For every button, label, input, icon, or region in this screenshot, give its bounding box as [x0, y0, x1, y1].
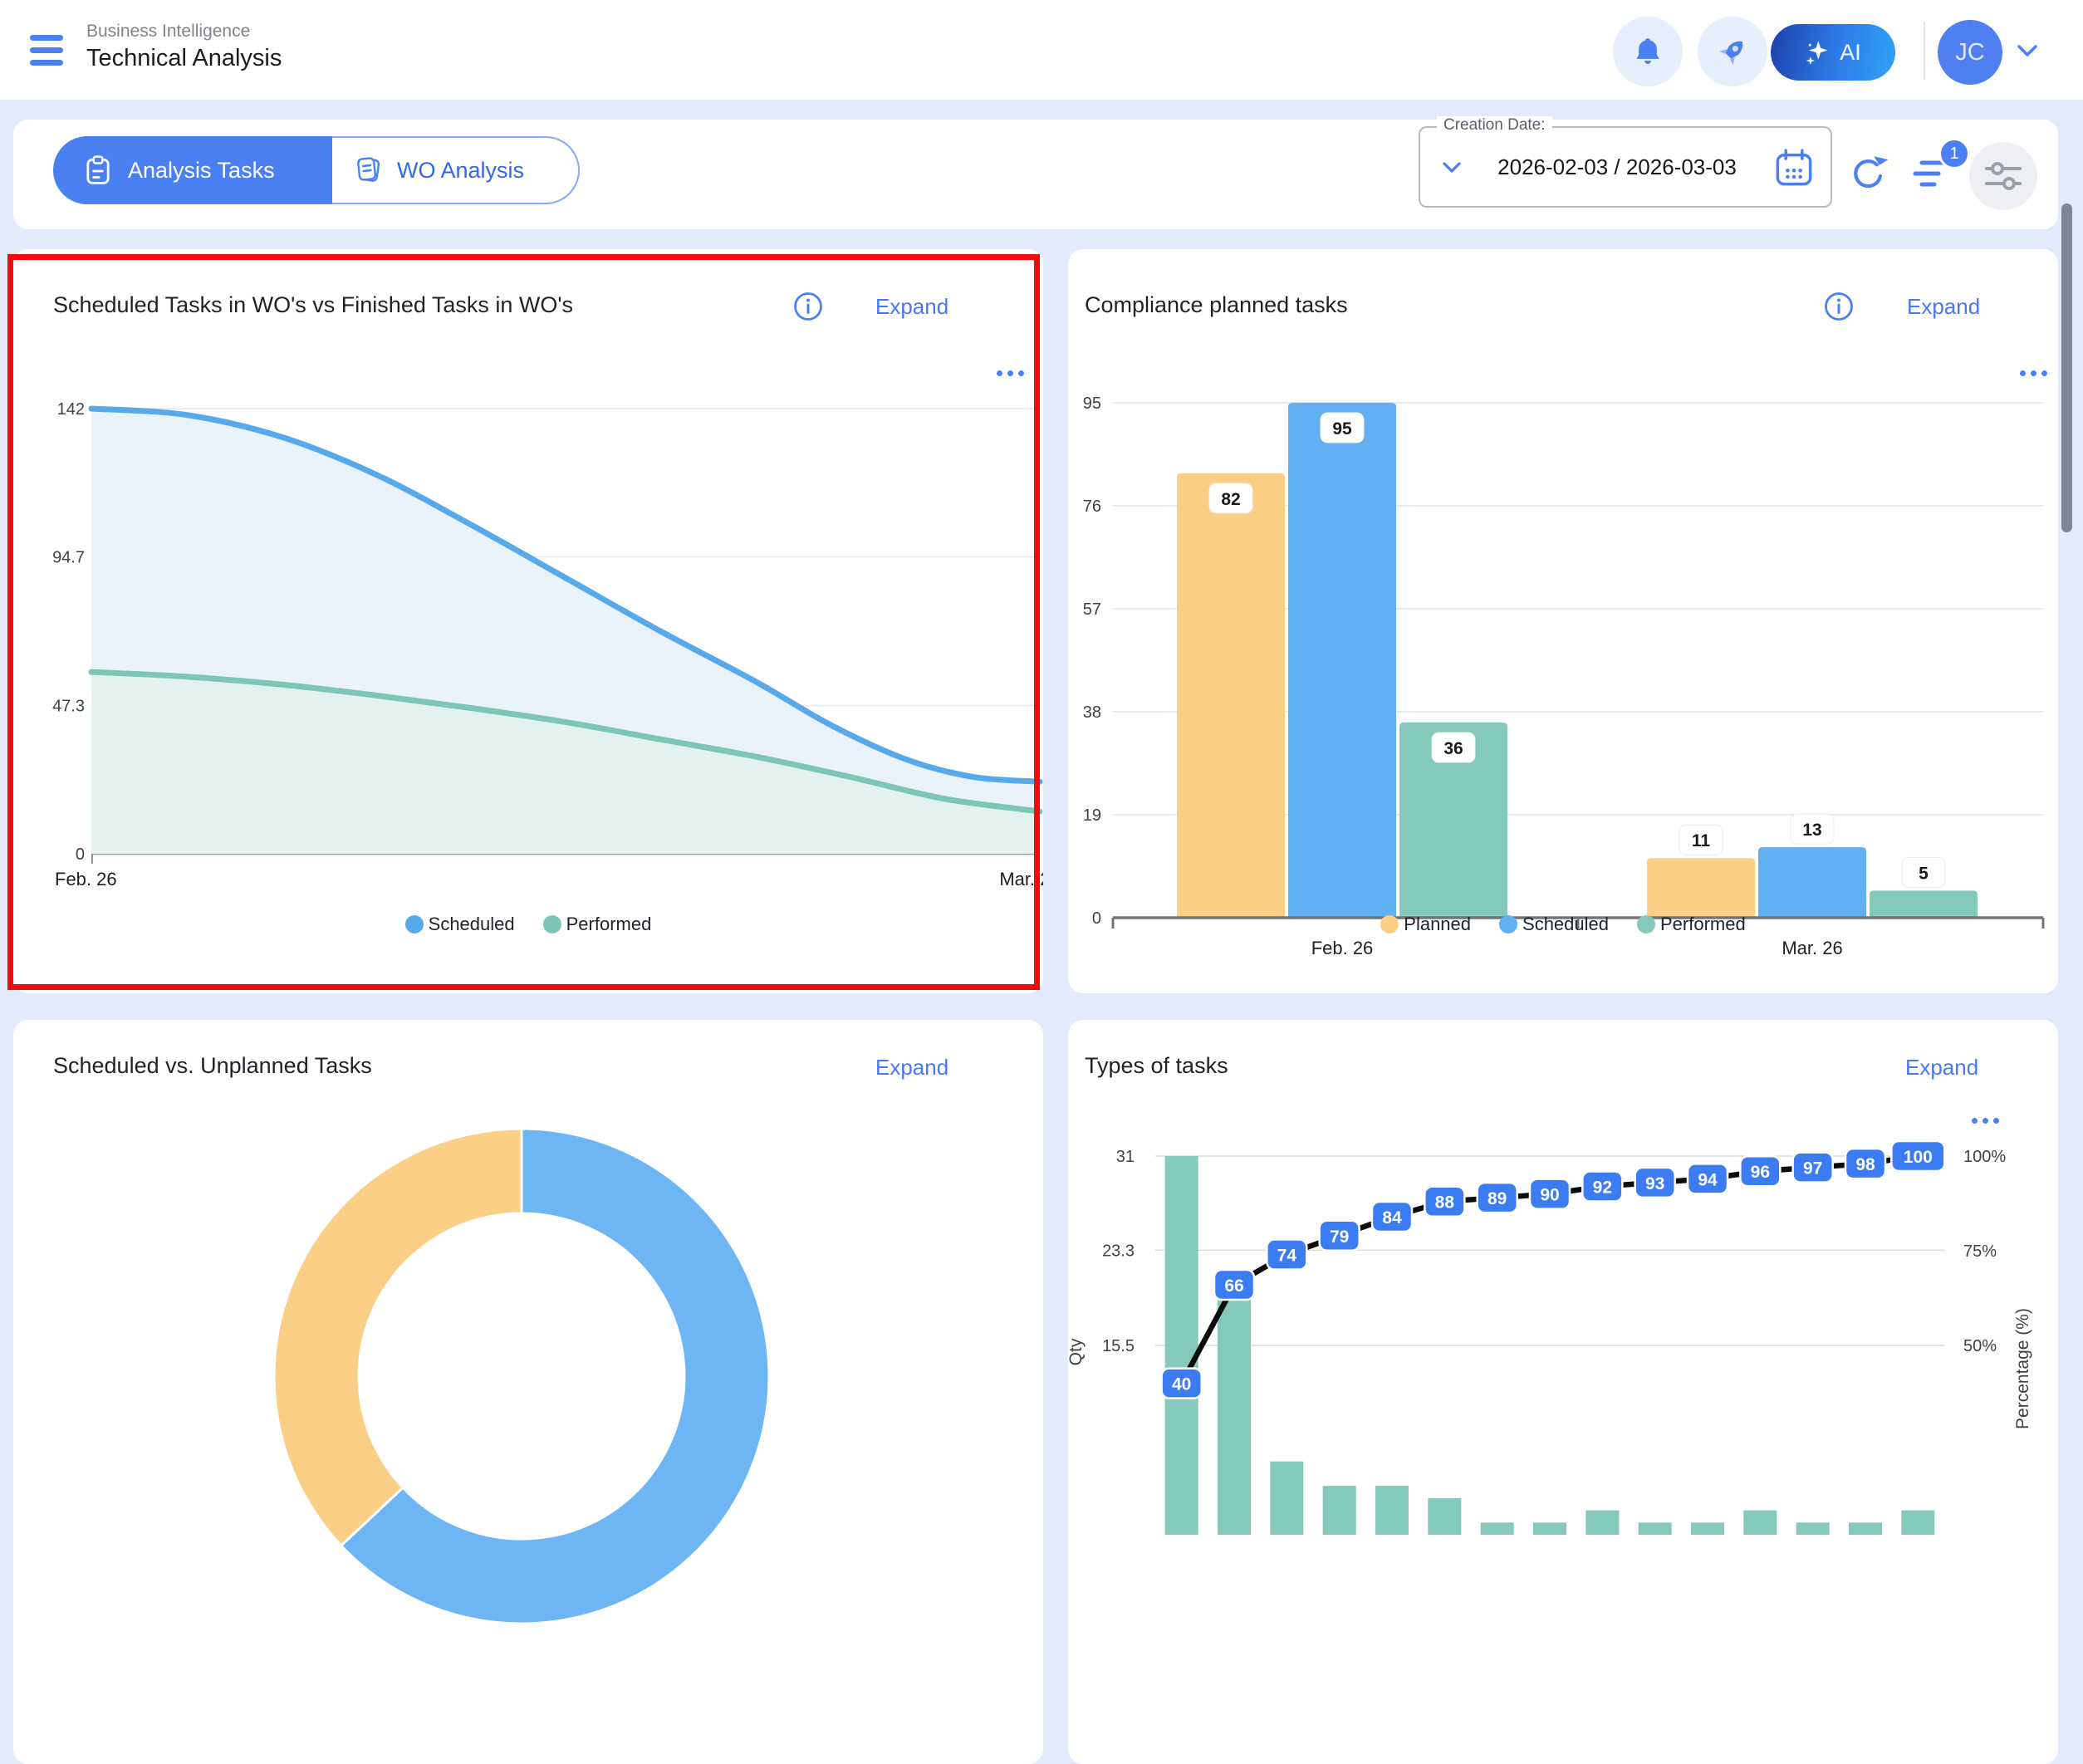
card-scheduled-vs-finished: Scheduled Tasks in WO's vs Finished Task… — [13, 249, 1043, 993]
creation-date-field[interactable]: Creation Date: 2026-02-03 / 2026-03-03 — [1419, 126, 1832, 208]
card-compliance-planned-tasks: Compliance planned tasks Expand 01938577… — [1068, 249, 2058, 993]
legend-label: Planned — [1404, 914, 1471, 935]
svg-text:84: 84 — [1382, 1208, 1402, 1227]
card-scheduled-vs-unplanned: Scheduled vs. Unplanned Tasks Expand 37.… — [13, 1020, 1043, 1764]
chart-legend: Scheduled Performed — [13, 914, 1043, 935]
svg-text:Qty: Qty — [1068, 1338, 1086, 1365]
svg-text:89: 89 — [1488, 1189, 1507, 1208]
donut-chart — [13, 1020, 1043, 1764]
svg-text:88: 88 — [1435, 1193, 1455, 1213]
legend-item-scheduled[interactable]: Scheduled — [1499, 914, 1609, 935]
svg-text:142: 142 — [57, 400, 85, 419]
svg-text:66: 66 — [1224, 1276, 1243, 1296]
sparkle-icon — [1805, 40, 1830, 65]
svg-text:Percentage (%): Percentage (%) — [2013, 1308, 2032, 1429]
legend-item-performed[interactable]: Performed — [1637, 914, 1746, 935]
svg-text:94: 94 — [1698, 1170, 1718, 1189]
user-avatar[interactable]: JC — [1938, 20, 2002, 85]
svg-text:Feb. 26: Feb. 26 — [1311, 938, 1374, 958]
legend-item-planned[interactable]: Planned — [1380, 914, 1471, 935]
creation-date-value[interactable]: 2026-02-03 / 2026-03-03 — [1487, 128, 1747, 206]
top-header: Business Intelligence Technical Analysis… — [0, 0, 2083, 100]
legend-dot — [543, 915, 561, 933]
tab-analysis-tasks-label: Analysis Tasks — [128, 158, 275, 184]
rocket-button[interactable] — [1698, 17, 1767, 86]
svg-text:98: 98 — [1855, 1155, 1875, 1174]
svg-text:75%: 75% — [1963, 1242, 1997, 1261]
svg-text:79: 79 — [1330, 1227, 1349, 1247]
legend-dot — [405, 915, 424, 933]
page-title: Technical Analysis — [86, 45, 282, 72]
sliders-icon — [1984, 159, 2022, 193]
date-chevron-down-icon[interactable] — [1442, 161, 1462, 174]
svg-text:96: 96 — [1751, 1163, 1770, 1182]
svg-text:82: 82 — [1221, 490, 1240, 509]
app-title: Business Intelligence — [86, 22, 250, 42]
calendar-icon[interactable] — [1774, 148, 1814, 188]
filter-count-badge: 1 — [1938, 138, 1970, 169]
svg-text:40: 40 — [1172, 1375, 1191, 1394]
legend-label: Performed — [566, 914, 652, 935]
svg-text:50%: 50% — [1963, 1337, 1997, 1355]
legend-item-performed[interactable]: Performed — [543, 914, 652, 935]
svg-text:15.5: 15.5 — [1102, 1337, 1135, 1355]
legend-label: Scheduled — [429, 914, 515, 935]
svg-text:19: 19 — [1083, 806, 1101, 825]
svg-text:Mar. 26: Mar. 26 — [999, 869, 1043, 889]
legend-dot — [1499, 915, 1517, 933]
legend-label: Scheduled — [1522, 914, 1609, 935]
chart-legend: Planned Scheduled Performed — [1068, 914, 2058, 935]
account-chevron-down-icon[interactable] — [2017, 43, 2038, 58]
svg-text:100: 100 — [1904, 1148, 1933, 1167]
svg-text:31: 31 — [1116, 1148, 1135, 1166]
bell-icon — [1633, 36, 1663, 67]
svg-text:38: 38 — [1083, 703, 1101, 722]
area-chart: 0 47.3 94.7 142 Feb. 26 Mar. 26 — [13, 249, 1043, 993]
svg-text:0: 0 — [76, 845, 85, 864]
ai-assistant-button[interactable]: AI — [1771, 24, 1895, 81]
vertical-scrollbar-thumb[interactable] — [2061, 203, 2072, 532]
pareto-chart: 15.5 50% 23.3 75% 31 100% 40 66 74 79 84 88 89 90 92 93… — [1068, 1020, 2058, 1764]
svg-text:97: 97 — [1803, 1159, 1822, 1178]
clipboard-icon — [85, 155, 111, 185]
tab-analysis-tasks[interactable]: Analysis Tasks — [53, 136, 332, 204]
svg-text:93: 93 — [1645, 1174, 1664, 1193]
tab-wo-analysis[interactable]: WO Analysis — [332, 136, 580, 204]
header-divider — [1924, 22, 1925, 80]
reset-filters-icon[interactable] — [1847, 151, 1890, 194]
svg-text:76: 76 — [1083, 497, 1101, 516]
svg-text:95: 95 — [1332, 419, 1352, 439]
legend-dot — [1380, 915, 1399, 933]
legend-item-scheduled[interactable]: Scheduled — [405, 914, 515, 935]
ai-label: AI — [1840, 40, 1861, 66]
notifications-button[interactable] — [1613, 17, 1683, 86]
svg-text:90: 90 — [1540, 1186, 1559, 1205]
svg-text:95: 95 — [1083, 394, 1101, 413]
bar-chart: 01938577695Feb. 26Mar. 2682953611135 — [1068, 249, 2058, 993]
settings-sliders-button[interactable] — [1969, 142, 2037, 210]
hamburger-menu-icon[interactable] — [30, 35, 63, 68]
legend-dot — [1637, 915, 1655, 933]
svg-text:5: 5 — [1919, 864, 1929, 883]
svg-text:100%: 100% — [1963, 1148, 2006, 1166]
legend-label: Performed — [1660, 914, 1746, 935]
svg-text:47.3: 47.3 — [52, 697, 85, 715]
svg-text:94.7: 94.7 — [52, 549, 85, 567]
svg-text:Feb. 26: Feb. 26 — [55, 869, 117, 889]
work-order-icon — [354, 155, 382, 185]
svg-text:23.3: 23.3 — [1102, 1242, 1135, 1260]
rocket-icon — [1716, 35, 1749, 68]
svg-text:Mar. 26: Mar. 26 — [1782, 938, 1842, 958]
svg-text:36: 36 — [1443, 739, 1463, 758]
svg-text:92: 92 — [1593, 1178, 1612, 1197]
tab-wo-analysis-label: WO Analysis — [397, 158, 524, 184]
svg-text:11: 11 — [1692, 831, 1711, 850]
svg-text:57: 57 — [1083, 600, 1101, 619]
card-types-of-tasks: Types of tasks Expand 15.550%23.375%3110… — [1068, 1020, 2058, 1764]
svg-text:13: 13 — [1802, 821, 1821, 840]
svg-text:74: 74 — [1277, 1247, 1297, 1266]
